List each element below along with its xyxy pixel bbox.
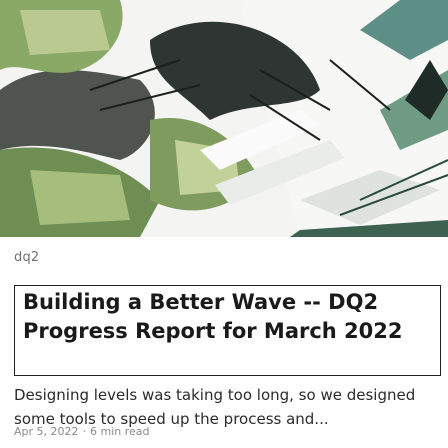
post-excerpt: Designing levels was taking too long, so… bbox=[14, 386, 416, 428]
post-date: Apr 5, 2022 bbox=[14, 425, 79, 438]
post-title-frame[interactable]: Building a Better Wave -- DQ2 Progress R… bbox=[14, 285, 441, 376]
blog-post-card[interactable]: dq2 Building a Better Wave -- DQ2 Progre… bbox=[0, 0, 448, 448]
post-title[interactable]: Building a Better Wave -- DQ2 Progress R… bbox=[23, 288, 434, 346]
read-time: 6 min read bbox=[90, 425, 150, 438]
post-tag[interactable]: dq2 bbox=[14, 250, 39, 265]
post-meta: Apr 5, 2022 · 6 min read bbox=[14, 425, 150, 438]
meta-separator: · bbox=[82, 425, 87, 438]
hero-level-art bbox=[0, 0, 448, 237]
hero-image[interactable] bbox=[0, 0, 448, 237]
